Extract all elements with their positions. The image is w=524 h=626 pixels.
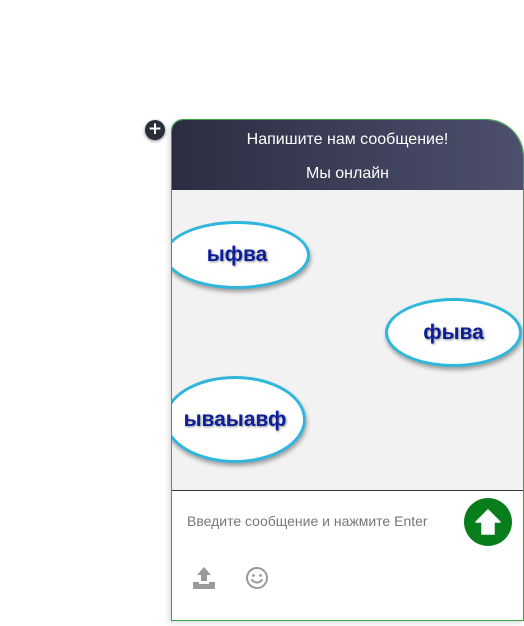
upload-icon: [193, 567, 215, 589]
message-bubble: фыва: [385, 298, 522, 367]
arrow-up-icon: [475, 509, 501, 535]
emoji-button[interactable]: [244, 565, 270, 591]
composer: [172, 491, 523, 619]
message-text: ыфва: [206, 243, 268, 266]
message-list[interactable]: ыфва фыва ываыавф: [172, 190, 523, 491]
chat-status: Мы онлайн: [305, 165, 389, 182]
message-bubble: ываыавф: [172, 376, 306, 463]
message-input[interactable]: [182, 509, 462, 533]
toggle-chat-button[interactable]: +: [145, 120, 165, 140]
chat-title: Напишите нам сообщение!: [246, 131, 449, 148]
upload-button[interactable]: [191, 565, 217, 591]
message-text: фыва: [423, 320, 484, 344]
message-bubble: ыфва: [172, 221, 310, 289]
message-text: ываыавф: [183, 407, 287, 431]
smiley-icon: [246, 567, 268, 589]
chat-widget: Напишите нам сообщение! Мы онлайн ыфва ф…: [171, 119, 524, 621]
chat-header: Напишите нам сообщение! Мы онлайн: [172, 120, 523, 190]
send-button[interactable]: [464, 498, 512, 546]
